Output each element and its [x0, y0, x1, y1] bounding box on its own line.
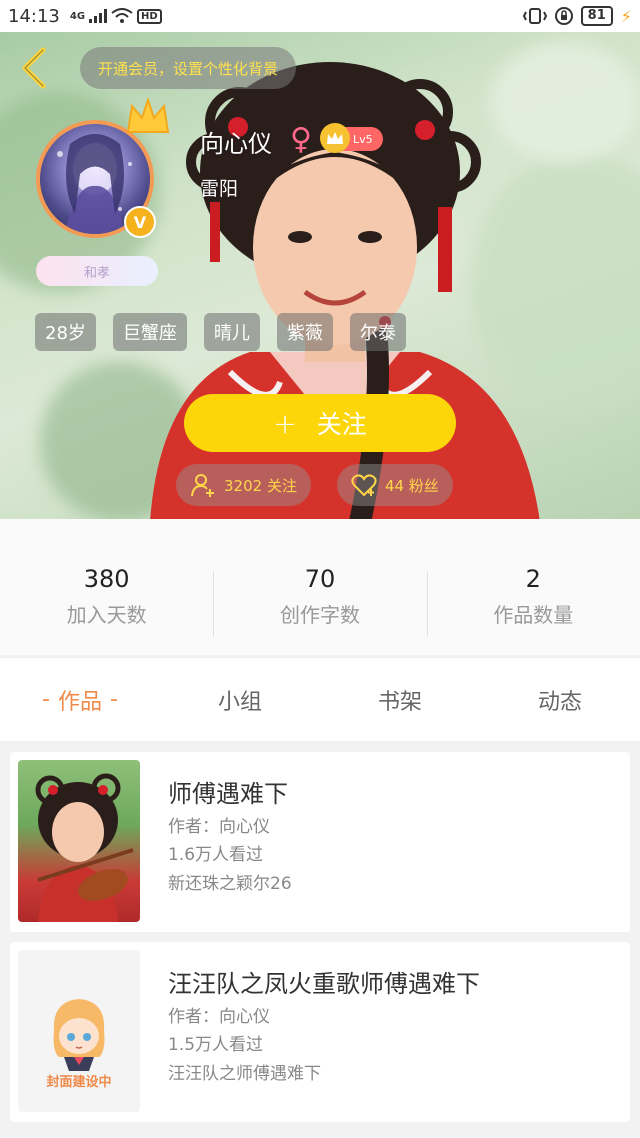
- work-title[interactable]: 汪汪队之凤火重歌师傅遇难下: [168, 964, 480, 999]
- work-author: 作者：向心仪: [168, 1007, 270, 1027]
- work-cover-placeholder[interactable]: 封面建设中: [18, 950, 140, 1112]
- tab-label: 小组: [217, 689, 262, 715]
- follow-button[interactable]: + 关注: [184, 394, 456, 452]
- stat-value: 70: [304, 564, 336, 593]
- tab-activity[interactable]: 动态: [480, 658, 640, 741]
- tab-label: 书架: [377, 689, 422, 715]
- stat-join-days: 380 加入天数: [0, 519, 213, 655]
- username: 向心仪: [200, 130, 272, 158]
- chevron-left-icon: [22, 47, 46, 89]
- following-count: 3202 关注: [224, 476, 297, 495]
- following-count-button[interactable]: 3202 关注: [176, 464, 311, 506]
- profile-tag: 晴儿: [203, 313, 260, 351]
- profile-tag: 尔泰: [349, 313, 406, 351]
- tab-label: 作品: [57, 689, 102, 715]
- signal-icon: [89, 9, 108, 23]
- status-time: 14:13: [8, 5, 60, 27]
- charging-icon: ⚡: [620, 6, 632, 26]
- profile-tags: 28岁 巨蟹座 晴儿 紫薇 尔泰: [35, 313, 406, 351]
- fans-count-button[interactable]: 44 粉丝: [336, 464, 453, 506]
- network-type-icon: 4G: [69, 10, 86, 22]
- work-card[interactable]: 封面建设中 汪汪队之凤火重歌师傅遇难下 作者：向心仪 1.5万人看过 汪汪队之师…: [10, 942, 630, 1122]
- verified-badge: V: [124, 206, 156, 238]
- stat-word-count: 70 创作字数: [213, 519, 426, 655]
- avatar-container[interactable]: V: [36, 96, 170, 238]
- stat-label: 作品数量: [493, 602, 574, 627]
- stat-label: 加入天数: [66, 602, 147, 627]
- lock-rotation-icon: [554, 7, 573, 25]
- plus-icon: +: [273, 406, 297, 440]
- work-title[interactable]: 师傅遇难下: [168, 774, 288, 809]
- follow-button-label: 关注: [316, 410, 367, 439]
- social-counts: 3202 关注 44 粉丝: [176, 464, 453, 506]
- vip-background-banner[interactable]: 开通会员，设置个性化背景: [80, 47, 297, 89]
- tab-groups[interactable]: 小组: [160, 658, 320, 741]
- battery-level: 81: [580, 6, 613, 26]
- location: 雷阳: [200, 178, 239, 200]
- profile-tag: 巨蟹座: [112, 313, 187, 351]
- level-crown-icon: [320, 123, 350, 153]
- work-series[interactable]: 新还珠之颖尔26: [168, 869, 292, 894]
- heart-icon: [351, 474, 377, 497]
- status-left: 14:13 4G HD: [8, 6, 162, 27]
- tab-label: 动态: [537, 689, 582, 715]
- profile-tabs: - 作品 - 小组 书架 动态: [0, 657, 640, 741]
- status-bar: 14:13 4G HD 81 ⚡: [0, 0, 640, 32]
- fans-count: 44 粉丝: [384, 476, 439, 495]
- profile-hero: 开通会员，设置个性化背景 V 和孝 向心仪 ♀ Lv5 雷阳 28岁 巨蟹座 晴…: [0, 32, 640, 519]
- add-user-icon: [191, 474, 214, 497]
- vibrate-icon: [522, 8, 547, 24]
- stat-value: 2: [525, 564, 541, 593]
- cover-illustration: [35, 773, 134, 922]
- stat-works-count: 2 作品数量: [426, 519, 640, 655]
- tab-works[interactable]: - 作品 -: [0, 658, 160, 741]
- female-icon: ♀: [290, 122, 312, 157]
- mascot-icon: [53, 999, 105, 1071]
- crown-icon: [126, 96, 170, 133]
- work-author: 作者：向心仪: [168, 817, 270, 837]
- profile-tag: 紫薇: [276, 313, 333, 351]
- cover-placeholder-text: 封面建设中: [46, 1075, 112, 1090]
- stat-value: 380: [83, 564, 130, 593]
- stat-label: 创作字数: [279, 602, 360, 627]
- wifi-icon: [111, 8, 133, 23]
- active-tab-dash: -: [42, 687, 50, 712]
- back-button[interactable]: [14, 44, 54, 92]
- profile-stats: 380 加入天数 70 创作字数 2 作品数量: [0, 519, 640, 655]
- tab-bookshelf[interactable]: 书架: [320, 658, 480, 741]
- profile-tag: 28岁: [35, 313, 96, 351]
- active-tab-dash: -: [110, 687, 118, 712]
- works-list: 师傅遇难下 作者：向心仪 1.6万人看过 新还珠之颖尔26 封面建设中 汪汪队之…: [10, 752, 630, 1132]
- work-views: 1.5万人看过: [168, 1035, 264, 1055]
- hd-icon: HD: [137, 8, 162, 24]
- work-card[interactable]: 师傅遇难下 作者：向心仪 1.6万人看过 新还珠之颖尔26: [10, 752, 630, 932]
- work-cover-image[interactable]: [18, 760, 140, 922]
- status-right: 81 ⚡: [522, 6, 632, 26]
- work-views: 1.6万人看过: [168, 845, 264, 865]
- avatar-title-chip: 和孝: [36, 256, 158, 286]
- work-series[interactable]: 汪汪队之师傅遇难下: [168, 1059, 321, 1084]
